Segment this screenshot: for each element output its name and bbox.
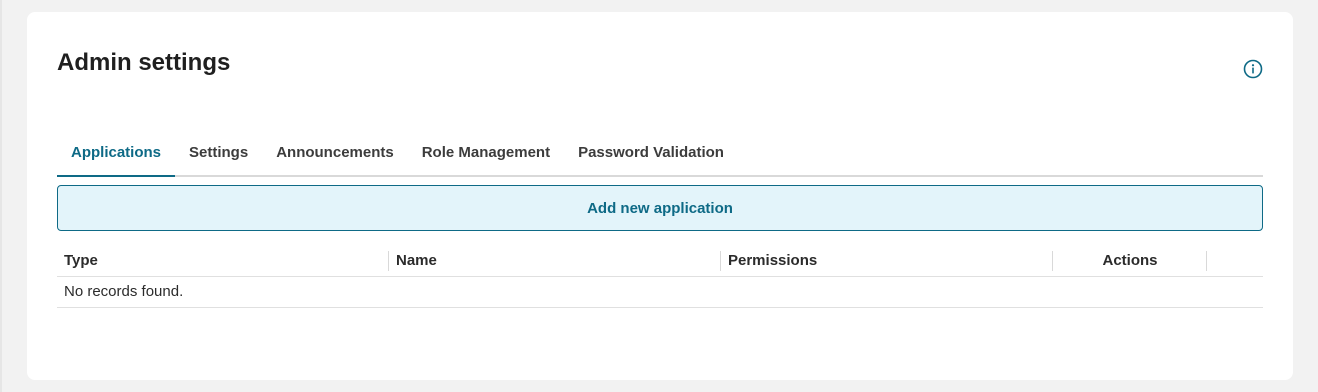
applications-table: Type Name Permissions Actions No records… xyxy=(57,246,1263,308)
table-row: No records found. xyxy=(57,276,1263,308)
tab-announcements[interactable]: Announcements xyxy=(262,132,408,175)
tab-applications[interactable]: Applications xyxy=(57,132,176,177)
column-header-label: Type xyxy=(64,252,98,270)
tab-role-management[interactable]: Role Management xyxy=(408,132,564,175)
info-button[interactable] xyxy=(1243,59,1263,79)
tab-password-validation[interactable]: Password Validation xyxy=(564,132,738,175)
column-header-permissions[interactable]: Permissions xyxy=(721,246,1053,277)
info-circle-icon xyxy=(1243,59,1263,79)
tab-settings[interactable]: Settings xyxy=(175,132,262,175)
add-new-application-button[interactable]: Add new application xyxy=(57,185,1263,231)
column-header-actions: Actions xyxy=(1053,246,1207,277)
column-header-label: Actions xyxy=(1102,252,1158,270)
column-header-spacer xyxy=(1207,246,1263,277)
column-header-type[interactable]: Type xyxy=(57,246,389,277)
column-header-label: Permissions xyxy=(728,252,818,270)
column-header-name[interactable]: Name xyxy=(389,246,721,277)
column-header-label: Name xyxy=(396,252,437,270)
empty-table-message: No records found. xyxy=(57,276,1263,308)
tab-bar: Applications Settings Announcements Role… xyxy=(57,132,1263,177)
table-header-row: Type Name Permissions Actions xyxy=(57,246,1263,277)
page-title: Admin settings xyxy=(57,49,231,76)
admin-settings-card: Admin settings Applications Settings Ann… xyxy=(27,12,1293,380)
